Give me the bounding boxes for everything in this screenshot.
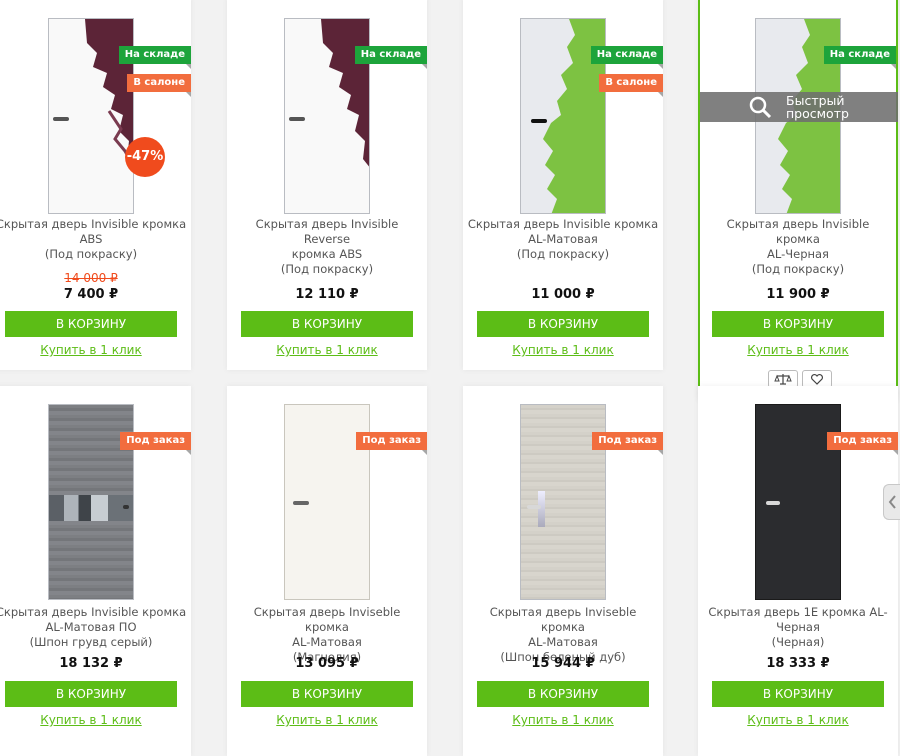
product-card[interactable]: Под заказ Скрытая дверь 1E кромка AL- Че… (698, 386, 898, 756)
title-line: Скрытая дверь Invisible кромка (467, 217, 659, 231)
product-title[interactable]: Скрытая дверь Invisible Reverse кромка A… (231, 217, 423, 277)
title-line: (Под покраску) (44, 247, 138, 261)
add-to-cart-button[interactable]: В КОРЗИНУ (477, 311, 649, 337)
badge-on-order: Под заказ (120, 432, 191, 455)
chevron-left-icon (888, 495, 896, 509)
product-card[interactable]: На складе В салоне Скрытая дверь Invisib… (463, 0, 664, 370)
price: 11 000 ₽ (531, 287, 595, 302)
quick-view-label: Быстрый просмотр (786, 93, 849, 121)
add-to-cart-button[interactable]: В КОРЗИНУ (712, 681, 884, 707)
price: 15 944 ₽ (531, 656, 595, 671)
door-handle (527, 505, 541, 509)
title-line: ABS (79, 232, 103, 246)
badge-in-salon: В салоне (127, 74, 191, 97)
badge-on-order: Под заказ (356, 432, 427, 455)
price: 18 333 ₽ (766, 656, 830, 671)
title-line: Скрытая дверь Invisible кромка (0, 605, 187, 619)
title-line: AL-Матовая (292, 635, 362, 649)
badge-in-stock: На складе (590, 46, 664, 69)
product-title[interactable]: Скрытая дверь Invisible кромка AL-Матова… (467, 217, 659, 262)
door-handle (531, 119, 547, 123)
add-to-cart-button[interactable]: В КОРЗИНУ (712, 311, 884, 337)
add-to-cart-button[interactable]: В КОРЗИНУ (241, 311, 413, 337)
product-card[interactable]: Под заказ Скрытая дверь Inviseble кромка… (463, 386, 663, 756)
product-card[interactable]: Под заказ Скрытая дверь Inviseble кромка… (227, 386, 427, 756)
scales-icon (774, 374, 792, 385)
product-card[interactable]: Под заказ Скрытая дверь Invisible кромка… (0, 386, 191, 756)
title-line: кромка ABS (291, 247, 363, 261)
door-handle (123, 505, 129, 509)
title-line: Скрытая дверь Invisible кромка (726, 217, 870, 246)
badge-on-order: Под заказ (827, 432, 898, 455)
title-line: (Под покраску) (280, 262, 374, 276)
title-line: AL-Черная (767, 247, 829, 261)
door-handle (53, 117, 69, 121)
title-line: AL-Матовая ПО (45, 620, 137, 634)
title-line: Скрытая дверь Inviseble кромка (489, 605, 637, 634)
price: 13 095 ₽ (295, 656, 359, 671)
buy-one-click-link[interactable]: Купить в 1 клик (700, 343, 896, 357)
door-handle (289, 117, 305, 121)
title-line: (Черная) (771, 635, 825, 649)
product-title[interactable]: Скрытая дверь Invisible кромка AL-Черная… (704, 217, 892, 277)
badge-in-stock: На складе (354, 46, 428, 69)
badge-in-stock: На складе (823, 46, 897, 69)
title-line: (Шпон грувд серый) (29, 635, 153, 649)
product-card[interactable]: На складе В салоне -47% Скрытая дверь In… (0, 0, 192, 370)
buy-one-click-link[interactable]: Купить в 1 клик (0, 343, 191, 357)
buy-one-click-link[interactable]: Купить в 1 клик (227, 713, 427, 727)
add-to-cart-button[interactable]: В КОРЗИНУ (5, 311, 177, 337)
buy-one-click-link[interactable]: Купить в 1 клик (0, 713, 191, 727)
badge-on-order: Под заказ (592, 432, 663, 455)
title-line: Скрытая дверь 1E кромка AL- (708, 605, 888, 619)
title-line: (Под покраску) (516, 247, 610, 261)
title-line: (Под покраску) (751, 262, 845, 276)
price: 12 110 ₽ (295, 287, 359, 302)
door-handle (293, 501, 309, 505)
product-card-hovered[interactable]: На складе Быстрый просмотр Скрытая дверь… (698, 0, 898, 400)
magnifier-icon (749, 96, 772, 119)
heart-icon (811, 374, 823, 385)
discount-badge: -47% (125, 137, 165, 177)
title-line: Скрытая дверь Inviseble кромка (253, 605, 401, 634)
product-title[interactable]: Скрытая дверь Invisible кромка ABS (Под … (0, 217, 187, 262)
title-line: Скрытая дверь Invisible кромка (0, 217, 187, 231)
product-card[interactable]: На складе Скрытая дверь Invisible Revers… (227, 0, 428, 370)
add-to-cart-button[interactable]: В КОРЗИНУ (241, 681, 413, 707)
buy-one-click-link[interactable]: Купить в 1 клик (463, 343, 663, 357)
glass-insert (538, 491, 545, 527)
title-line: Черная (776, 620, 820, 634)
title-line: Скрытая дверь Invisible Reverse (255, 217, 399, 246)
quick-view-button[interactable]: Быстрый просмотр (700, 92, 898, 122)
add-to-cart-button[interactable]: В КОРЗИНУ (477, 681, 649, 707)
badge-in-salon: В салоне (599, 74, 663, 97)
door-handle (766, 501, 780, 505)
price: 7 400 ₽ (63, 287, 119, 302)
badge-in-stock: На складе (118, 46, 192, 69)
add-to-cart-button[interactable]: В КОРЗИНУ (5, 681, 177, 707)
glass-insert (49, 495, 133, 521)
price: 18 132 ₽ (59, 656, 123, 671)
title-line: AL-Матовая (528, 635, 598, 649)
buy-one-click-link[interactable]: Купить в 1 клик (463, 713, 663, 727)
buy-one-click-link[interactable]: Купить в 1 клик (227, 343, 427, 357)
title-line: AL-Матовая (528, 232, 598, 246)
product-title[interactable]: Скрытая дверь 1E кромка AL- Черная (Черн… (702, 605, 894, 650)
carousel-scroll-button[interactable] (883, 484, 900, 520)
buy-one-click-link[interactable]: Купить в 1 клик (698, 713, 898, 727)
price: 11 900 ₽ (766, 287, 830, 302)
old-price: 14 000 ₽ (64, 271, 118, 285)
product-title[interactable]: Скрытая дверь Invisible кромка AL-Матова… (0, 605, 187, 650)
